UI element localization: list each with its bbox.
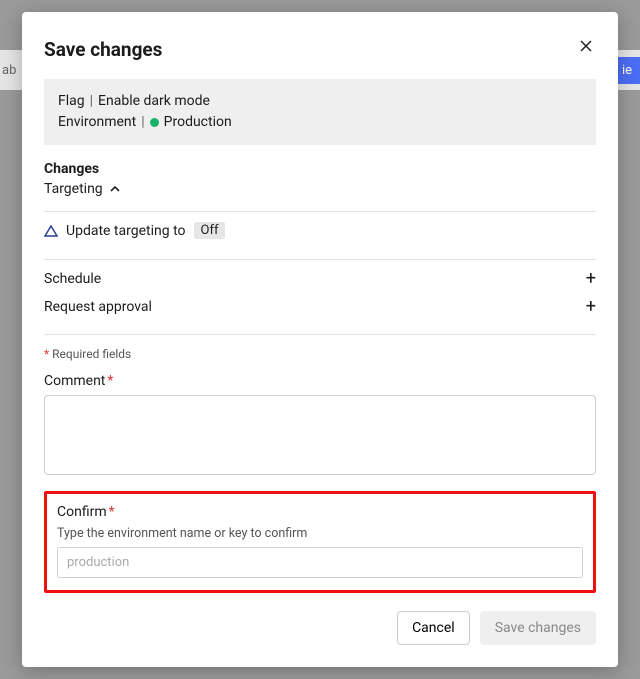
- change-triangle-icon: [44, 224, 58, 238]
- confirm-label-text: Confirm: [57, 504, 107, 520]
- pipe-separator: |: [141, 112, 144, 133]
- env-name: Production: [164, 112, 232, 133]
- targeting-expander[interactable]: Targeting: [44, 181, 596, 197]
- close-icon: [580, 40, 592, 52]
- comment-label: Comment*: [44, 373, 596, 389]
- modal-header: Save changes: [44, 38, 596, 61]
- asterisk-icon: *: [44, 347, 49, 361]
- required-fields-text: Required fields: [52, 347, 131, 361]
- environment-dot-icon: [150, 118, 159, 127]
- env-label: Environment: [58, 112, 136, 133]
- confirm-label: Confirm*: [57, 504, 583, 520]
- pipe-separator: |: [90, 91, 93, 112]
- context-env-line: Environment | Production: [58, 112, 582, 133]
- save-changes-button[interactable]: Save changes: [480, 611, 596, 645]
- asterisk-icon: *: [107, 373, 113, 389]
- chevron-up-icon: [109, 183, 121, 195]
- change-text: Update targeting to: [66, 223, 186, 239]
- close-button[interactable]: [576, 38, 596, 58]
- schedule-expander[interactable]: Schedule +: [44, 260, 596, 298]
- flag-name: Enable dark mode: [98, 91, 210, 112]
- request-approval-expander[interactable]: Request approval +: [44, 298, 596, 326]
- save-changes-modal: Save changes Flag | Enable dark mode Env…: [22, 12, 618, 667]
- confirm-block-highlight: Confirm* Type the environment name or ke…: [44, 491, 596, 593]
- context-box: Flag | Enable dark mode Environment | Pr…: [44, 79, 596, 145]
- comment-label-text: Comment: [44, 373, 105, 389]
- bg-tab-fragment: ab: [0, 63, 16, 78]
- confirm-help-text: Type the environment name or key to conf…: [57, 526, 583, 541]
- confirm-input[interactable]: [57, 547, 583, 578]
- asterisk-icon: *: [109, 504, 115, 520]
- plus-icon: +: [586, 298, 596, 316]
- targeting-label: Targeting: [44, 181, 103, 197]
- approval-label: Request approval: [44, 299, 152, 315]
- modal-title: Save changes: [44, 38, 162, 61]
- context-flag-line: Flag | Enable dark mode: [58, 91, 582, 112]
- flag-label: Flag: [58, 91, 85, 112]
- comment-input[interactable]: [44, 395, 596, 475]
- change-item: Update targeting to Off: [44, 212, 596, 251]
- cancel-button[interactable]: Cancel: [397, 611, 470, 645]
- required-fields-note: * Required fields: [44, 347, 596, 361]
- divider: [44, 334, 596, 335]
- schedule-label: Schedule: [44, 271, 101, 287]
- modal-footer: Cancel Save changes: [44, 593, 596, 645]
- plus-icon: +: [586, 270, 596, 288]
- changes-heading: Changes: [44, 161, 596, 177]
- targeting-value-badge: Off: [194, 222, 226, 239]
